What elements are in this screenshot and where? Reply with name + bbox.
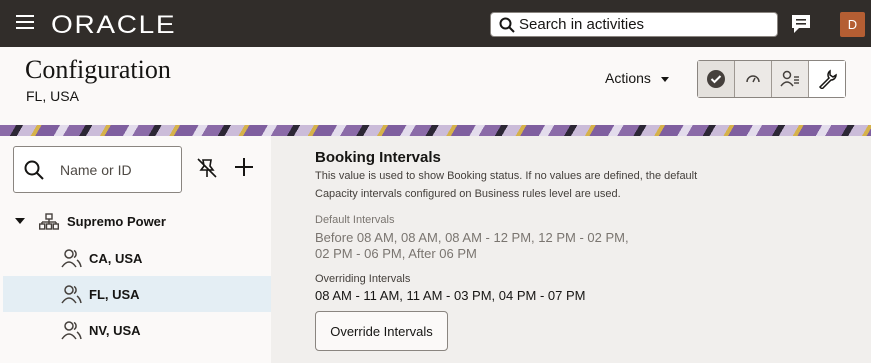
default-intervals-values: Before 08 AM, 08 AM, 08 AM - 12 PM, 12 P…	[315, 230, 629, 245]
chat-icon[interactable]	[790, 13, 812, 35]
override-intervals-button[interactable]: Override Intervals	[315, 311, 448, 351]
organization-icon	[39, 213, 59, 230]
tree-item-fl-usa[interactable]: FL, USA	[3, 276, 271, 312]
wrench-button[interactable]	[809, 61, 845, 97]
actions-menu[interactable]: Actions	[605, 70, 669, 86]
wrench-icon	[818, 69, 837, 89]
group-icon	[61, 249, 82, 268]
decorative-banner	[0, 125, 871, 136]
unpin-icon[interactable]	[196, 157, 218, 179]
check-circle-icon	[707, 70, 725, 88]
tree-root-label: Supremo Power	[67, 214, 166, 229]
tree-item-label: NV, USA	[89, 323, 141, 338]
page-header: Configuration FL, USA Actions	[0, 47, 871, 125]
add-icon[interactable]	[234, 157, 254, 177]
overriding-intervals-label: Overriding Intervals	[315, 273, 411, 285]
tree-root-supremo-power[interactable]: Supremo Power	[0, 208, 271, 236]
tree-item-label: FL, USA	[89, 287, 140, 302]
tree-item-nv-usa[interactable]: NV, USA	[3, 312, 271, 348]
search-icon	[24, 160, 44, 180]
toolbar	[697, 60, 846, 98]
section-description: Capacity intervals configured on Busines…	[315, 188, 621, 200]
default-intervals-label: Default Intervals	[315, 214, 395, 226]
global-search[interactable]	[490, 12, 778, 37]
page-title: Configuration	[25, 55, 171, 84]
expand-triangle-icon[interactable]	[15, 218, 25, 224]
gauge-icon	[746, 75, 760, 83]
section-description: This value is used to show Booking statu…	[315, 170, 698, 182]
user-settings-button[interactable]	[772, 61, 809, 97]
overriding-intervals-values: 08 AM - 11 AM, 11 AM - 03 PM, 04 PM - 07…	[315, 288, 586, 303]
menu-icon[interactable]	[16, 15, 34, 31]
global-search-input[interactable]	[519, 14, 769, 35]
user-settings-icon	[780, 70, 799, 87]
caret-down-icon	[660, 76, 669, 82]
search-icon	[499, 17, 515, 33]
default-intervals-values: 02 PM - 06 PM, After 06 PM	[315, 246, 477, 261]
tree-item-ca-usa[interactable]: CA, USA	[3, 240, 271, 276]
oracle-logo: ORACLE	[51, 11, 177, 39]
tree-search-input[interactable]	[60, 160, 175, 180]
section-title: Booking Intervals	[315, 149, 441, 166]
check-circle-button[interactable]	[698, 61, 735, 97]
avatar[interactable]: D	[840, 12, 865, 37]
tree-item-label: CA, USA	[89, 251, 143, 266]
group-icon	[61, 321, 82, 340]
gauge-button[interactable]	[735, 61, 772, 97]
tree-search-box[interactable]	[13, 146, 182, 193]
group-icon	[61, 285, 82, 304]
booking-intervals-panel: Booking Intervals This value is used to …	[271, 136, 871, 363]
actions-label: Actions	[605, 70, 651, 86]
page-subtitle: FL, USA	[26, 88, 79, 104]
top-bar: ORACLE D	[0, 0, 871, 47]
org-tree-panel: Supremo Power CA, USA FL, USA NV, USA	[0, 136, 271, 363]
